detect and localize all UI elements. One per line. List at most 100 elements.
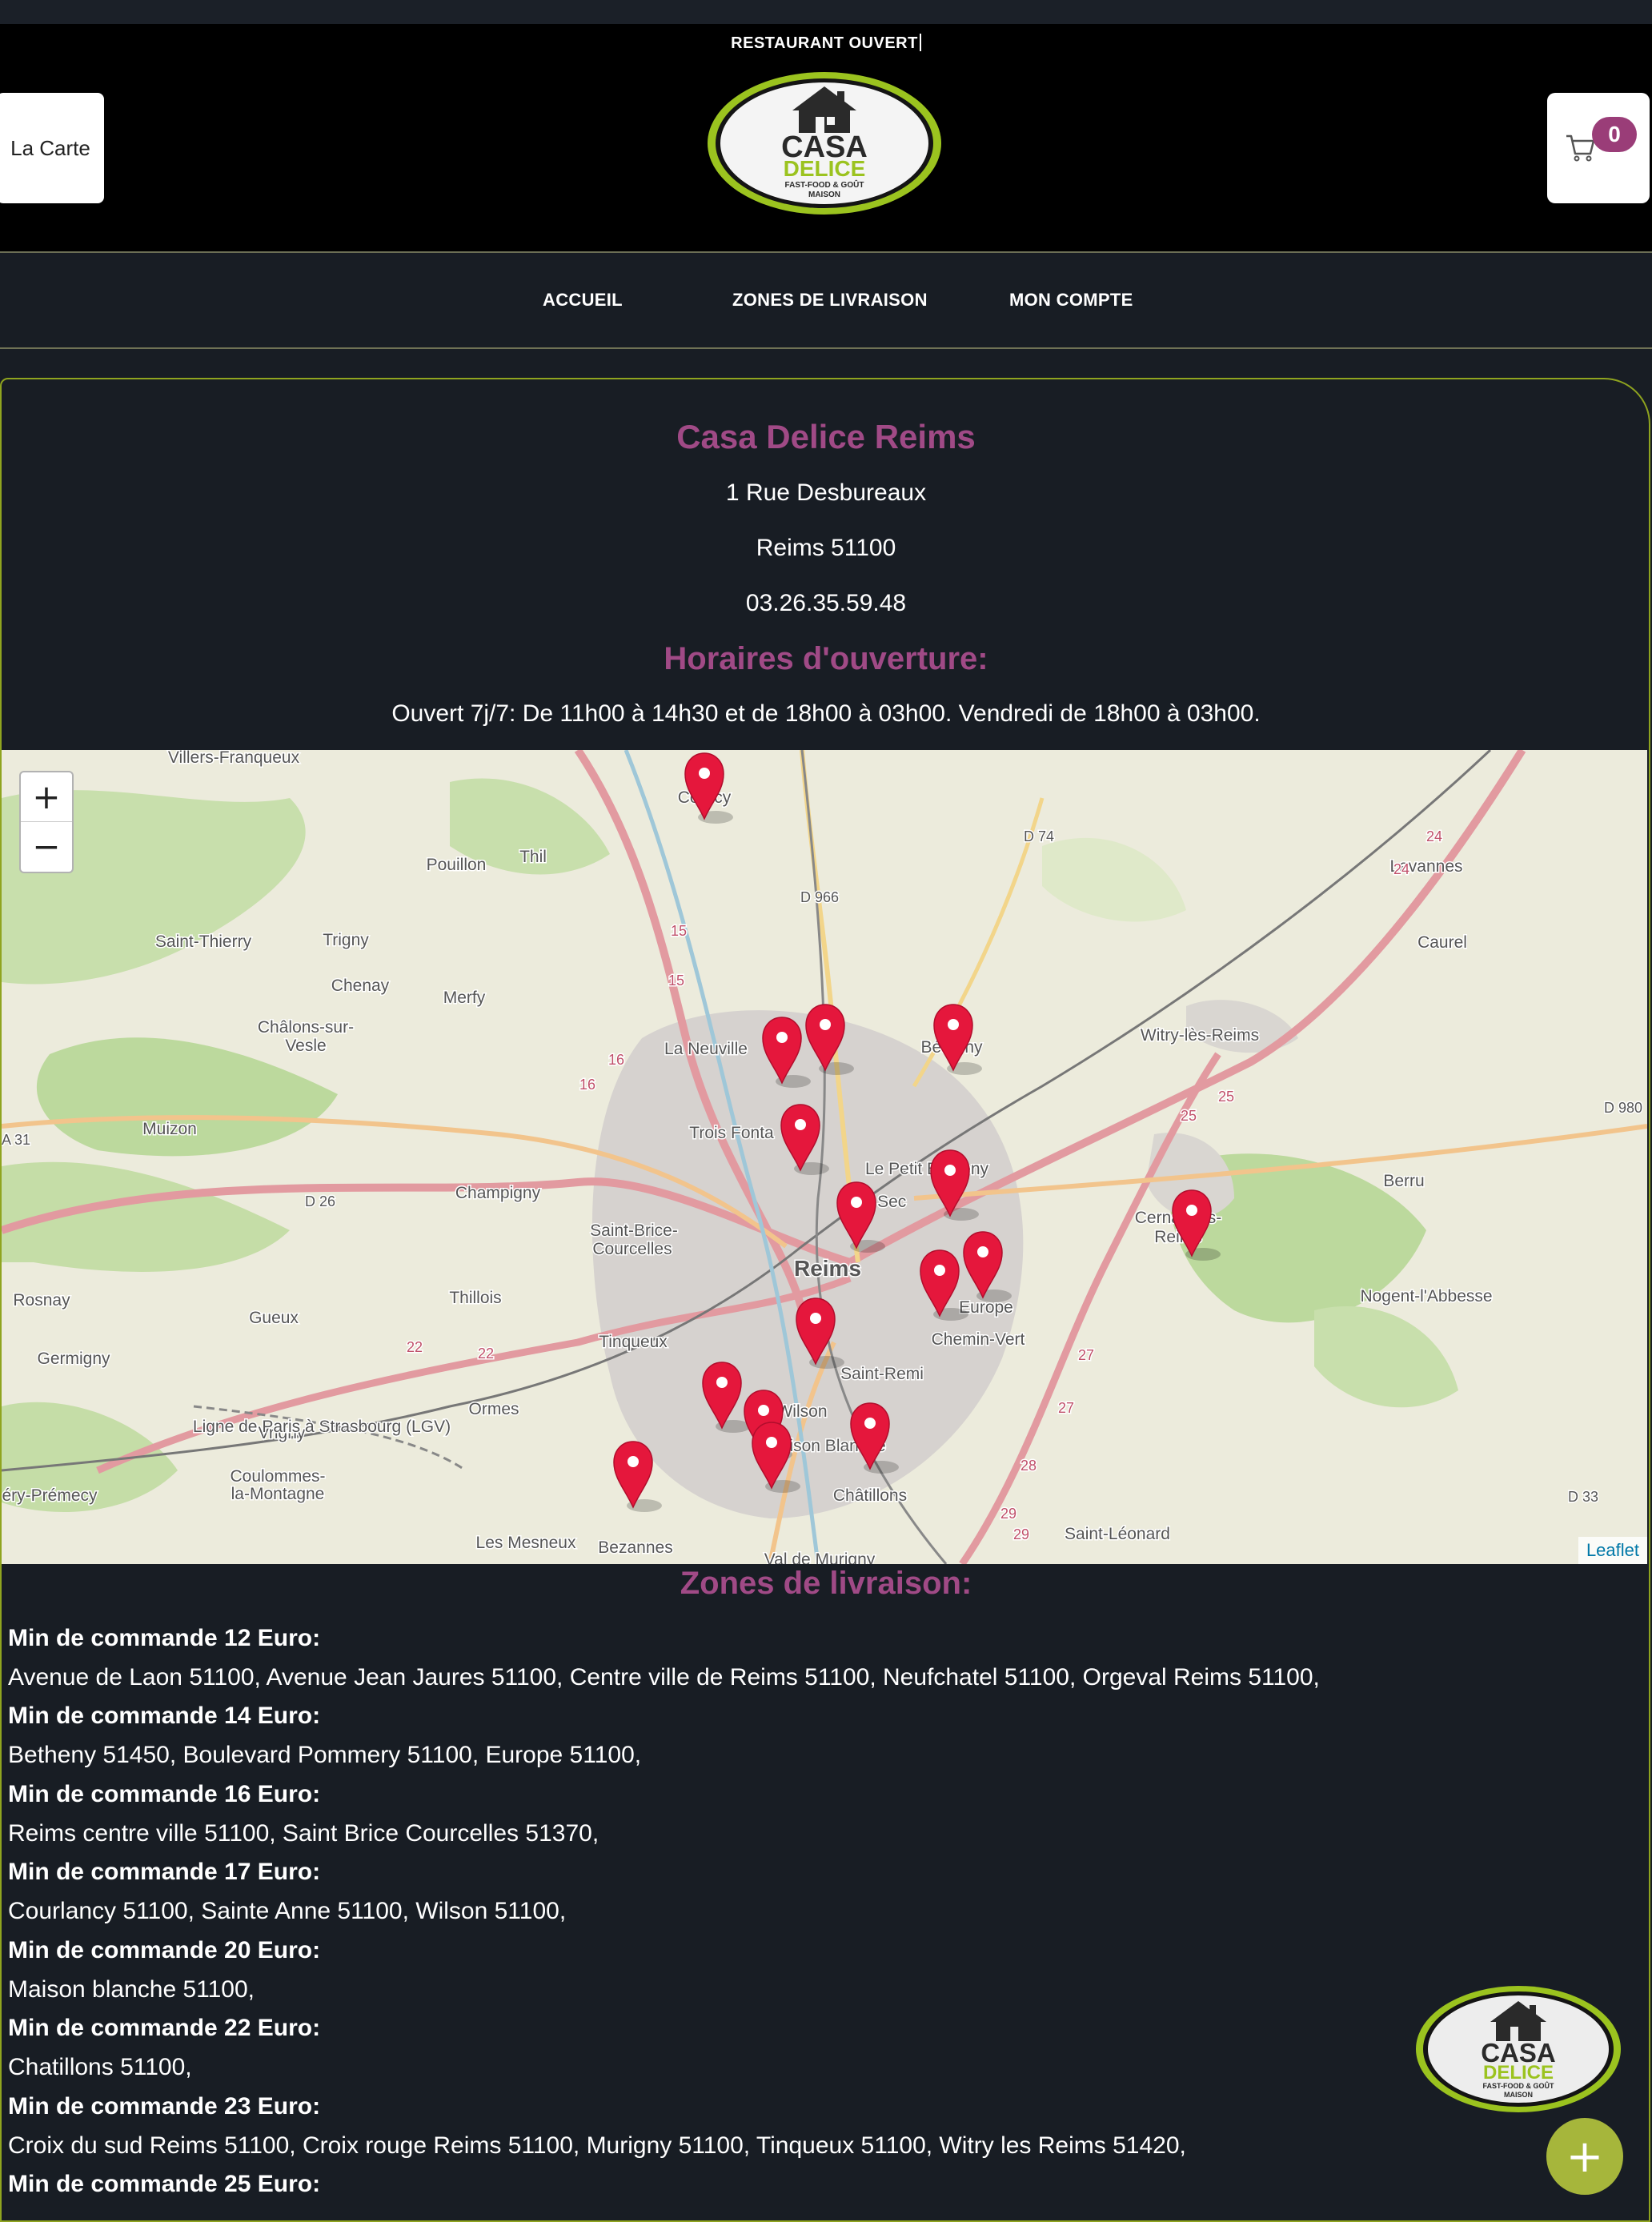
map-place-label: D 33: [1568, 1489, 1598, 1505]
add-fab-button[interactable]: +: [1546, 2118, 1623, 2195]
svg-text:FAST-FOOD & GOÛT: FAST-FOOD & GOÛT: [1483, 2081, 1555, 2090]
map-place-label: 24: [1426, 828, 1442, 844]
zone-list: Courlancy 51100, Sainte Anne 51100, Wils…: [8, 1898, 567, 1924]
map-place-label: Châtillons: [833, 1486, 907, 1505]
map-place-label: Trigny: [323, 931, 369, 949]
zone-min-order: Min de commande 17 Euro:: [8, 1859, 321, 1885]
map-place-label: Le Petit Bétheny: [865, 1160, 989, 1178]
map-place-label: Chenay: [331, 977, 390, 995]
map-place-label: Gueux: [249, 1309, 299, 1327]
zone-list: Croix du sud Reims 51100, Croix rouge Re…: [8, 2132, 1186, 2159]
map-place-label: 25: [1218, 1089, 1234, 1105]
zone-list: Reims centre ville 51100, Saint Brice Co…: [8, 1820, 599, 1847]
map-place-label: Thillois: [449, 1289, 501, 1307]
map-place-label: 16: [579, 1077, 595, 1093]
map-place-label: Saint-Remi: [840, 1365, 924, 1383]
zone-min-order: Min de commande 16 Euro:: [8, 1781, 321, 1807]
map-place-label: Berru: [1383, 1172, 1424, 1190]
map-place-label: Courcelles: [592, 1240, 672, 1258]
map-place-label: 25: [1181, 1108, 1197, 1124]
zones-title: Zones de livraison:: [680, 1566, 972, 1601]
map-place-label: éry-Prémecy: [2, 1486, 98, 1505]
zone-list: Betheny 51450, Boulevard Pommery 51100, …: [8, 1742, 642, 1768]
restaurant-street: 1 Rue Desbureaux: [725, 479, 927, 506]
map-zoom-controls: + −: [19, 771, 74, 873]
main-nav: ACCUEIL ZONES DE LIVRAISON MON COMPTE: [0, 253, 1652, 349]
map-place-label: Reims: [794, 1256, 861, 1281]
map-place-label: Muizon: [142, 1120, 197, 1138]
map-place-label: Trois Fonta: [689, 1124, 774, 1142]
map-place-label: Tinqueux: [599, 1333, 668, 1351]
map-place-label: Champigny: [455, 1184, 541, 1202]
map-place-label: 16: [608, 1052, 624, 1068]
zone-list: Chatillons 51100,: [8, 2054, 192, 2080]
restaurant-phone[interactable]: 03.26.35.59.48: [0, 590, 1652, 617]
map-place-label: Vesle: [285, 1037, 326, 1055]
map-place-label: 28: [1020, 1458, 1037, 1474]
la-carte-button[interactable]: La Carte: [0, 93, 104, 203]
map-place-label: Ormes: [469, 1400, 519, 1418]
zoom-in-button[interactable]: +: [21, 772, 72, 822]
zoom-out-button[interactable]: −: [21, 822, 72, 871]
map-place-label: D 966: [800, 889, 839, 905]
svg-text:DELICE: DELICE: [1483, 2062, 1554, 2084]
map-place-label: 24: [1393, 861, 1409, 877]
map-place-label: 27: [1058, 1400, 1074, 1416]
nav-item-mon-compte[interactable]: MON COMPTE: [1009, 253, 1133, 347]
map-place-label: Villers-Franqueux: [168, 750, 300, 767]
nav-item-zones-de-livraison[interactable]: ZONES DE LIVRAISON: [732, 253, 928, 347]
opening-hours: Ouvert 7j/7: De 11h00 à 14h30 et de 18h0…: [391, 700, 1261, 727]
map-place-label: Saint-Thierry: [155, 933, 252, 951]
map-place-label: Val de Murigny: [764, 1550, 876, 1564]
cart-count-badge: 0: [1592, 117, 1637, 152]
delivery-map[interactable]: Villers-FranqueuxCourcyPouillonThilSaint…: [2, 750, 1647, 1564]
map-place-label: Saint-Brice-: [590, 1221, 678, 1240]
map-place-label: Chemin-Vert: [932, 1330, 1025, 1349]
site-header: RESTAURANT OUVERT La Carte CASA DELICE F…: [0, 24, 1652, 253]
map-place-label: 15: [668, 973, 684, 989]
svg-text:DELICE: DELICE: [784, 156, 866, 181]
map-place-label: A 31: [2, 1132, 30, 1148]
map-place-label: 29: [1000, 1506, 1016, 1522]
restaurant-status: RESTAURANT OUVERT: [0, 34, 1652, 53]
svg-text:MAISON: MAISON: [1504, 2091, 1533, 2099]
svg-text:FAST-FOOD & GOÛT: FAST-FOOD & GOÛT: [785, 179, 864, 190]
map-place-label: la-Montagne: [231, 1485, 325, 1503]
map-place-label: Saint-Léonard: [1065, 1525, 1170, 1543]
map-place-label: Caurel: [1417, 933, 1467, 952]
map-place-label: 29: [1013, 1526, 1029, 1542]
la-carte-label: La Carte: [10, 135, 90, 160]
restaurant-city: Reims 51100: [756, 535, 896, 561]
floating-logo[interactable]: CASA DELICE FAST-FOOD & GOÛT MAISON: [1413, 1983, 1623, 2115]
map-attribution[interactable]: Leaflet: [1578, 1537, 1647, 1564]
nav-item-accueil[interactable]: ACCUEIL: [543, 253, 623, 347]
zone-min-order: Min de commande 25 Euro:: [8, 2171, 321, 2197]
map-place-label: Ligne de Paris à Strasbourg (LGV): [193, 1418, 451, 1436]
zone-list: Maison blanche 51100,: [8, 1976, 255, 2003]
map-tiles: Villers-FranqueuxCourcyPouillonThilSaint…: [2, 750, 1647, 1564]
map-place-label: 22: [478, 1346, 494, 1362]
map-place-label: Châlons-sur-: [258, 1018, 354, 1037]
zone-min-order: Min de commande 12 Euro:: [8, 1625, 321, 1651]
zone-min-order: Min de commande 22 Euro:: [8, 2015, 321, 2041]
map-place-label: Coulommes-: [230, 1467, 325, 1486]
map-place-label: 22: [407, 1339, 423, 1355]
map-place-label: D 74: [1024, 828, 1054, 844]
map-place-label: D 26: [305, 1193, 335, 1209]
map-place-label: Wilson: [776, 1402, 827, 1421]
map-place-label: Pouillon: [427, 856, 487, 874]
map-place-label: Rosnay: [13, 1291, 70, 1310]
map-place-label: Nogent-l'Abbesse: [1360, 1287, 1492, 1306]
map-place-label: Thil: [519, 848, 547, 866]
map-place-label: Germigny: [37, 1350, 110, 1368]
zone-min-order: Min de commande 23 Euro:: [8, 2093, 321, 2120]
hours-title: Horaires d'ouverture:: [664, 641, 988, 676]
map-place-label: La Neuville: [664, 1040, 748, 1058]
top-strip: [0, 0, 1652, 24]
map-place-label: Les Mesneux: [476, 1534, 576, 1552]
casa-delice-logo[interactable]: CASA DELICE FAST-FOOD & GOÛT MAISON: [704, 69, 944, 218]
map-place-label: 27: [1078, 1347, 1094, 1363]
cart-button[interactable]: 0: [1547, 93, 1650, 203]
map-place-label: Witry-lès-Reims: [1141, 1026, 1259, 1045]
zone-min-order: Min de commande 14 Euro:: [8, 1703, 321, 1729]
